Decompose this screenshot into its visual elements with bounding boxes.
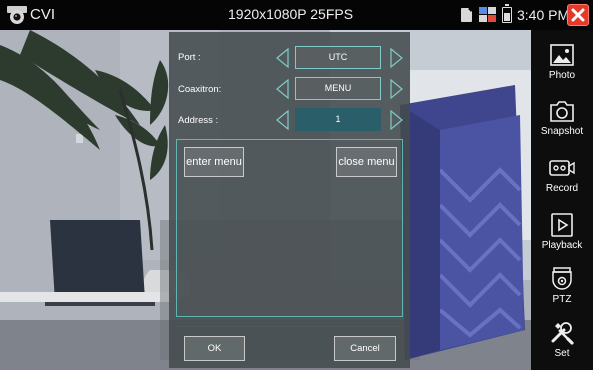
port-prev-arrow-icon[interactable]: [274, 47, 292, 69]
photo-icon: [550, 44, 574, 66]
ptz-icon: [552, 267, 572, 290]
resolution-readout: 1920x1080P 25FPS: [228, 6, 354, 22]
coaxitron-prev-arrow-icon[interactable]: [274, 78, 292, 100]
playback-label: Playback: [541, 240, 583, 251]
address-label: Address :: [178, 115, 219, 126]
dialog-footer: OK Cancel: [176, 326, 403, 366]
settings-button[interactable]: Set: [531, 314, 593, 370]
sd-card-icon: [461, 8, 472, 22]
menu-panel: enter menu close menu: [176, 139, 403, 317]
coaxitron-dialog: Port : UTC Coaxitron: MENU Address : 1 e…: [169, 32, 410, 368]
close-button[interactable]: [567, 4, 589, 26]
photo-label: Photo: [548, 70, 576, 81]
enter-menu-button[interactable]: enter menu: [184, 147, 244, 177]
snapshot-label: Snapshot: [540, 126, 584, 137]
cancel-button[interactable]: Cancel: [334, 336, 396, 361]
photo-button[interactable]: Photo: [531, 36, 593, 94]
set-label: Set: [554, 348, 570, 359]
ok-button[interactable]: OK: [184, 336, 245, 361]
camera-logo-icon: [7, 6, 27, 24]
playback-icon: [551, 213, 573, 237]
record-label: Record: [545, 183, 579, 194]
close-icon: [571, 8, 585, 22]
clock: 3:40 PM: [517, 7, 570, 23]
app-title: CVI: [30, 6, 56, 23]
record-icon: [549, 160, 575, 176]
coaxitron-value: MENU: [295, 77, 381, 100]
ptz-label: PTZ: [552, 294, 572, 305]
record-button[interactable]: Record: [531, 149, 593, 207]
close-menu-button[interactable]: close menu: [336, 147, 397, 177]
snapshot-icon: [550, 101, 574, 122]
playback-button[interactable]: Playback: [531, 206, 593, 264]
status-bar: CVI 1920x1080P 25FPS 3:40 PM: [0, 0, 593, 30]
ptz-button[interactable]: PTZ: [531, 260, 593, 318]
battery-icon: [502, 4, 512, 23]
coaxitron-label: Coaxitron:: [178, 84, 222, 95]
address-next-arrow-icon[interactable]: [387, 109, 405, 131]
tool-sidebar: Photo Snapshot Record Playback PTZ Set: [531, 30, 593, 370]
network-icon: [479, 7, 496, 22]
port-label: Port :: [178, 52, 201, 63]
address-prev-arrow-icon[interactable]: [274, 109, 292, 131]
port-next-arrow-icon[interactable]: [387, 47, 405, 69]
address-value[interactable]: 1: [295, 108, 381, 131]
coaxitron-next-arrow-icon[interactable]: [387, 78, 405, 100]
port-value: UTC: [295, 46, 381, 69]
settings-tools-icon: [551, 322, 574, 345]
snapshot-button[interactable]: Snapshot: [531, 92, 593, 150]
